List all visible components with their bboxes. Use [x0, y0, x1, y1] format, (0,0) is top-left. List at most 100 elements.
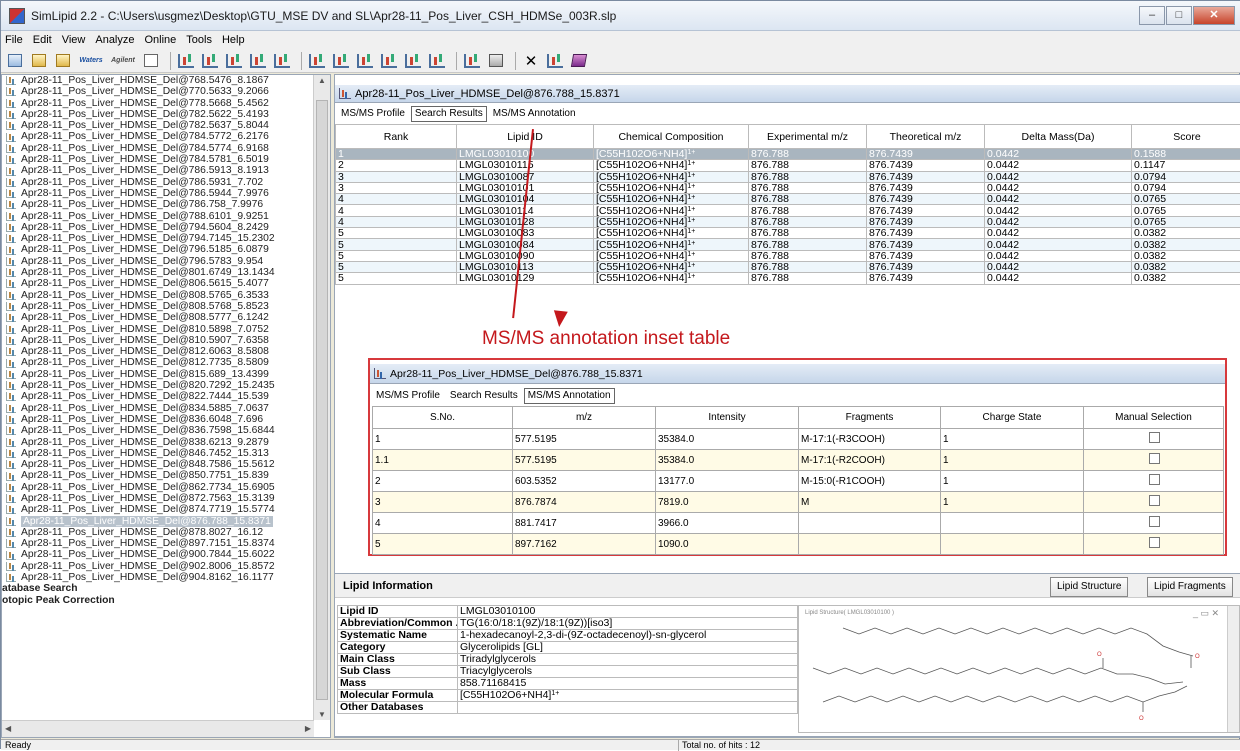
- export-icon[interactable]: [462, 52, 482, 70]
- tree-item[interactable]: Apr28-11_Pos_Liver_HDMSE_Del@786.5931_7.…: [2, 177, 312, 188]
- tree-scroll-thumb[interactable]: [316, 100, 328, 700]
- tab-msms-annotation[interactable]: MS/MS Annotation: [489, 106, 580, 122]
- new-project-icon[interactable]: [5, 52, 25, 70]
- tree-item[interactable]: Apr28-11_Pos_Liver_HDMSE_Del@812.7735_8.…: [2, 357, 312, 368]
- print-dropdown-icon[interactable]: [486, 52, 506, 70]
- scroll-down-icon[interactable]: ▼: [318, 710, 326, 719]
- table-row[interactable]: 3LMGL03010087[C55H102O6+NH4]1+876.788876…: [336, 171, 1240, 182]
- tree-item[interactable]: Apr28-11_Pos_Liver_HDMSE_Del@794.7145_15…: [2, 233, 312, 244]
- tree-item[interactable]: Apr28-11_Pos_Liver_HDMSE_Del@848.7586_15…: [2, 459, 312, 470]
- table-row[interactable]: 5LMGL03010084[C55H102O6+NH4]1+876.788876…: [336, 239, 1240, 250]
- col-delta-mass[interactable]: Delta Mass(Da): [985, 125, 1132, 149]
- table-row[interactable]: 5LMGL03010113[C55H102O6+NH4]1+876.788876…: [336, 261, 1240, 272]
- col-score[interactable]: Score: [1132, 125, 1240, 149]
- table-row[interactable]: 2LMGL03010115[C55H102O6+NH4]1+876.788876…: [336, 160, 1240, 171]
- tree-item[interactable]: Apr28-11_Pos_Liver_HDMSE_Del@897.7151_15…: [2, 538, 312, 549]
- tree-item[interactable]: Apr28-11_Pos_Liver_HDMSE_Del@778.5668_5.…: [2, 98, 312, 109]
- table-row[interactable]: 4LMGL03010104[C55H102O6+NH4]1+876.788876…: [336, 194, 1240, 205]
- database-search-icon[interactable]: [248, 52, 268, 70]
- tree-item[interactable]: Apr28-11_Pos_Liver_HDMSE_Del@810.5898_7.…: [2, 324, 312, 335]
- tree-item[interactable]: Apr28-11_Pos_Liver_HDMSE_Del@836.6048_7.…: [2, 414, 312, 425]
- quantify-icon[interactable]: [545, 52, 565, 70]
- tree-item[interactable]: Apr28-11_Pos_Liver_HDMSE_Del@838.6213_9.…: [2, 437, 312, 448]
- tree-item[interactable]: Apr28-11_Pos_Liver_HDMSE_Del@784.5781_6.…: [2, 154, 312, 165]
- col-chemical-composition[interactable]: Chemical Composition: [594, 125, 749, 149]
- col-charge-state[interactable]: Charge State: [941, 407, 1084, 429]
- menu-edit[interactable]: Edit: [33, 34, 52, 46]
- delete-icon[interactable]: ✕: [521, 52, 541, 70]
- inset-tab-search-results[interactable]: Search Results: [446, 388, 522, 404]
- col-intensity[interactable]: Intensity: [656, 407, 799, 429]
- menu-help[interactable]: Help: [222, 34, 245, 46]
- fragment-icon[interactable]: [355, 52, 375, 70]
- tree-item[interactable]: Apr28-11_Pos_Liver_HDMSE_Del@902.8006_15…: [2, 561, 312, 572]
- tree-item[interactable]: Apr28-11_Pos_Liver_HDMSE_Del@806.5615_5.…: [2, 278, 312, 289]
- table-row[interactable]: 4LMGL03010114[C55H102O6+NH4]1+876.788876…: [336, 205, 1240, 216]
- col-rank[interactable]: Rank: [336, 125, 457, 149]
- compare-icon[interactable]: [379, 52, 399, 70]
- tree-item[interactable]: Apr28-11_Pos_Liver_HDMSE_Del@808.5777_6.…: [2, 312, 312, 323]
- msms-search-icon[interactable]: [331, 52, 351, 70]
- tree-horizontal-scrollbar[interactable]: ◀ ▶: [2, 720, 314, 737]
- tree-item[interactable]: Apr28-11_Pos_Liver_HDMSE_Del@812.6063_8.…: [2, 346, 312, 357]
- tree-item[interactable]: Apr28-11_Pos_Liver_HDMSE_Del@786.5944_7.…: [2, 188, 312, 199]
- scroll-right-icon[interactable]: ▶: [305, 724, 311, 733]
- minimize-button[interactable]: –: [1139, 6, 1165, 25]
- lipid-fragments-button[interactable]: Lipid Fragments: [1147, 577, 1233, 597]
- tree-item[interactable]: Apr28-11_Pos_Liver_HDMSE_Del@770.5633_9.…: [2, 86, 312, 97]
- scroll-up-icon[interactable]: ▲: [318, 76, 326, 85]
- tree-item[interactable]: Apr28-11_Pos_Liver_HDMSE_Del@768.5476_8.…: [2, 75, 312, 86]
- annotation-row[interactable]: 3876.78747819.0M1: [373, 492, 1224, 513]
- tree-item[interactable]: Apr28-11_Pos_Liver_HDMSE_Del@808.5765_6.…: [2, 290, 312, 301]
- tree-node[interactable]: otopic Peak Correction: [2, 595, 312, 606]
- report-icon[interactable]: [403, 52, 423, 70]
- tree-item[interactable]: Apr28-11_Pos_Liver_HDMSE_Del@796.5783_9.…: [2, 256, 312, 267]
- col-manual-selection[interactable]: Manual Selection: [1084, 407, 1224, 429]
- menu-file[interactable]: File: [5, 34, 23, 46]
- tree-item[interactable]: Apr28-11_Pos_Liver_HDMSE_Del@834.5885_7.…: [2, 403, 312, 414]
- blank-document-icon[interactable]: [141, 52, 161, 70]
- manual-selection-checkbox[interactable]: [1149, 432, 1160, 443]
- tree-item[interactable]: Apr28-11_Pos_Liver_HDMSE_Del@784.5774_6.…: [2, 143, 312, 154]
- menu-tools[interactable]: Tools: [186, 34, 212, 46]
- table-row[interactable]: 1LMGL03010100[C55H102O6+NH4]1+876.788876…: [336, 149, 1240, 160]
- tree-item[interactable]: Apr28-11_Pos_Liver_HDMSE_Del@786.5913_8.…: [2, 165, 312, 176]
- structure-scrollbar[interactable]: [1227, 606, 1239, 732]
- tree-item[interactable]: Apr28-11_Pos_Liver_HDMSE_Del@846.7452_15…: [2, 448, 312, 459]
- tree-item[interactable]: Apr28-11_Pos_Liver_HDMSE_Del@872.7563_15…: [2, 493, 312, 504]
- tree-item[interactable]: Apr28-11_Pos_Liver_HDMSE_Del@836.7598_15…: [2, 425, 312, 436]
- tree-item[interactable]: Apr28-11_Pos_Liver_HDMSE_Del@862.7734_15…: [2, 482, 312, 493]
- tree-vertical-scrollbar[interactable]: ▲ ▼: [313, 75, 330, 720]
- calibrate-icon[interactable]: [224, 52, 244, 70]
- table-row[interactable]: 3LMGL03010101[C55H102O6+NH4]1+876.788876…: [336, 182, 1240, 193]
- peak-list-icon[interactable]: [176, 52, 196, 70]
- tree-item[interactable]: Apr28-11_Pos_Liver_HDMSE_Del@796.5185_6.…: [2, 244, 312, 255]
- col-lipid-id[interactable]: Lipid ID: [457, 125, 594, 149]
- col-theoretical-mz[interactable]: Theoretical m/z: [867, 125, 985, 149]
- manual-selection-checkbox[interactable]: [1149, 516, 1160, 527]
- table-row[interactable]: 5LMGL03010129[C55H102O6+NH4]1+876.788876…: [336, 273, 1240, 284]
- tab-search-results[interactable]: Search Results: [411, 106, 487, 122]
- tree-item[interactable]: Apr28-11_Pos_Liver_HDMSE_Del@900.7844_15…: [2, 549, 312, 560]
- tab-msms-profile[interactable]: MS/MS Profile: [337, 106, 409, 122]
- tree-item[interactable]: Apr28-11_Pos_Liver_HDMSE_Del@904.8162_16…: [2, 572, 312, 583]
- manual-selection-checkbox[interactable]: [1149, 495, 1160, 506]
- scroll-left-icon[interactable]: ◀: [5, 724, 11, 733]
- isotope-icon[interactable]: [272, 52, 292, 70]
- tree-item[interactable]: Apr28-11_Pos_Liver_HDMSE_Del@788.6101_9.…: [2, 211, 312, 222]
- tree-item[interactable]: Apr28-11_Pos_Liver_HDMSE_Del@794.5604_8.…: [2, 222, 312, 233]
- tree-item[interactable]: Apr28-11_Pos_Liver_HDMSE_Del@815.689_13.…: [2, 369, 312, 380]
- table-row[interactable]: 5LMGL03010090[C55H102O6+NH4]1+876.788876…: [336, 250, 1240, 261]
- manual-selection-checkbox[interactable]: [1149, 537, 1160, 548]
- tree-item[interactable]: Apr28-11_Pos_Liver_HDMSE_Del@874.7719_15…: [2, 504, 312, 515]
- tree-node[interactable]: atabase Search: [2, 583, 312, 594]
- annotation-row[interactable]: 1577.519535384.0M-17:1(-R3COOH)1: [373, 429, 1224, 450]
- annotation-row[interactable]: 1.1577.519535384.0M-17:1(-R2COOH)1: [373, 450, 1224, 471]
- inset-tab-msms-profile[interactable]: MS/MS Profile: [372, 388, 444, 404]
- menu-analyze[interactable]: Analyze: [95, 34, 134, 46]
- tree-item[interactable]: Apr28-11_Pos_Liver_HDMSE_Del@784.5772_6.…: [2, 131, 312, 142]
- tree-item[interactable]: Apr28-11_Pos_Liver_HDMSE_Del@822.7444_15…: [2, 391, 312, 402]
- agilent-import-button[interactable]: Agilent: [109, 52, 137, 70]
- close-button[interactable]: ✕: [1193, 6, 1235, 25]
- tree-item[interactable]: Apr28-11_Pos_Liver_HDMSE_Del@850.7751_15…: [2, 470, 312, 481]
